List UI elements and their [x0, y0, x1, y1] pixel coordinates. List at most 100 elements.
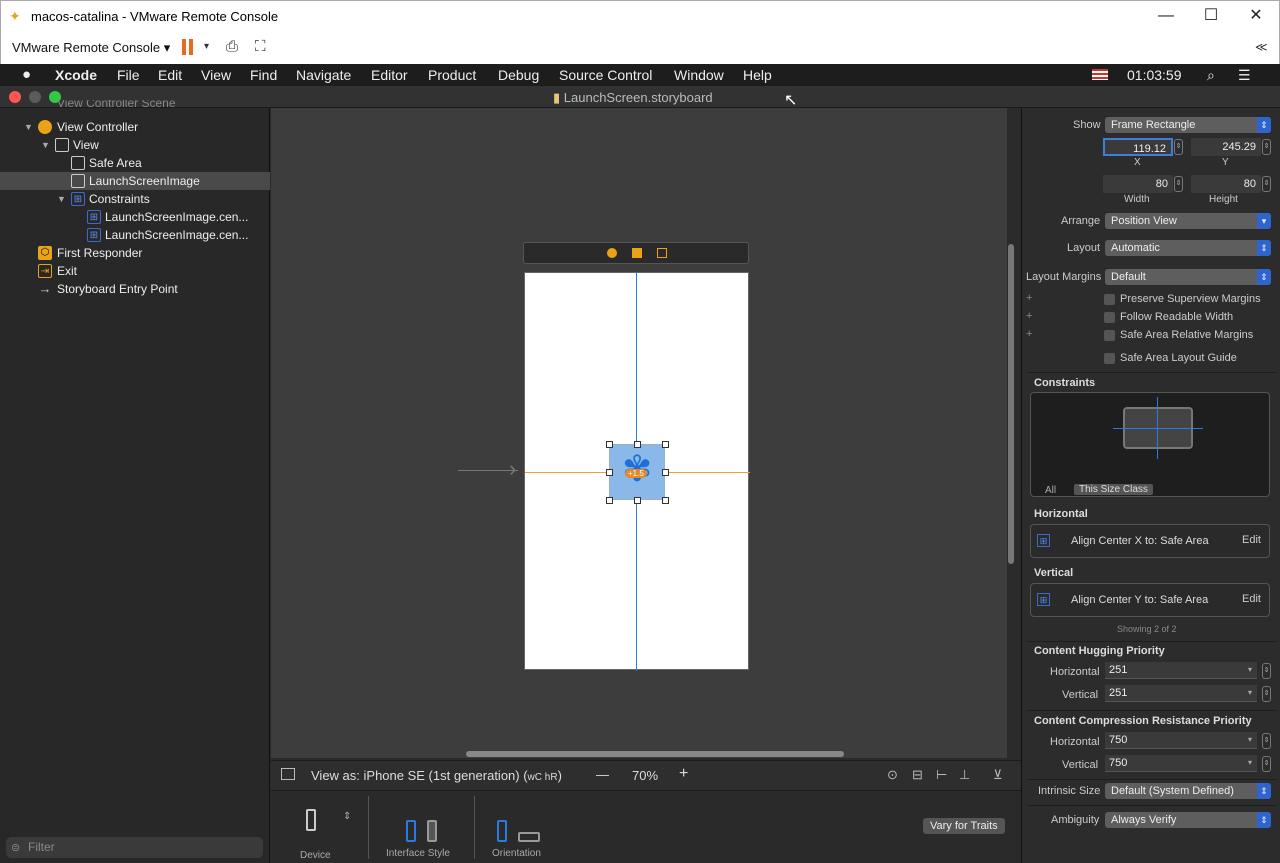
- zoom-out-button[interactable]: —: [596, 767, 609, 782]
- arrange-popup[interactable]: Position View ▾: [1105, 213, 1271, 229]
- horizontal-scrollbar[interactable]: [466, 751, 844, 757]
- apple-menu-icon[interactable]: ●: [22, 66, 31, 83]
- pause-icon[interactable]: [182, 39, 194, 55]
- outline-item-first-responder[interactable]: ⬡ First Responder: [0, 244, 270, 262]
- x-field[interactable]: 119.12: [1103, 138, 1173, 156]
- outline-item-safe-area[interactable]: Safe Area: [0, 154, 270, 172]
- add-variation-icon[interactable]: +: [1026, 328, 1032, 340]
- minimize-button[interactable]: —: [1143, 5, 1189, 27]
- light-style-icon[interactable]: [406, 820, 416, 842]
- device-stepper-icon[interactable]: ⇕: [343, 811, 351, 822]
- chevron-down-icon[interactable]: ▾: [1248, 758, 1252, 767]
- filter-input[interactable]: Filter: [6, 837, 263, 858]
- menu-find[interactable]: Find: [250, 67, 277, 83]
- toggle-outline-icon[interactable]: [281, 768, 295, 780]
- layout-margins-popup[interactable]: Default ⇕: [1105, 269, 1271, 285]
- intrinsic-size-popup[interactable]: Default (System Defined) ⇕: [1105, 783, 1271, 799]
- view-as-label[interactable]: View as: iPhone SE (1st generation) (wC …: [311, 768, 562, 783]
- layout-popup[interactable]: Automatic ⇕: [1105, 240, 1271, 256]
- constraints-tab-all[interactable]: All: [1045, 485, 1056, 496]
- safe-area-guide-checkbox[interactable]: [1104, 353, 1115, 364]
- edit-horizontal-button[interactable]: Edit: [1242, 534, 1261, 546]
- readable-width-checkbox[interactable]: [1104, 312, 1115, 323]
- vary-for-traits-button[interactable]: Vary for Traits: [923, 818, 1005, 834]
- chevron-down-icon[interactable]: ▾: [1248, 665, 1252, 674]
- comp-vertical-field[interactable]: 750: [1105, 755, 1257, 772]
- zoom-in-button[interactable]: +: [679, 765, 688, 783]
- y-field[interactable]: 245.29: [1191, 138, 1261, 156]
- chevron-down-icon[interactable]: ▾: [1248, 688, 1252, 697]
- menu-product[interactable]: Product: [428, 67, 476, 83]
- dark-style-icon[interactable]: [427, 820, 437, 842]
- close-button[interactable]: ✕: [1233, 5, 1279, 27]
- hug-horizontal-field[interactable]: 251: [1105, 662, 1257, 679]
- storyboard-canvas[interactable]: › ✾ +1.5: [271, 108, 1014, 758]
- menu-file[interactable]: File: [117, 67, 140, 83]
- menu-xcode[interactable]: Xcode: [55, 67, 97, 83]
- portrait-icon[interactable]: [497, 820, 507, 842]
- outline-item-view[interactable]: ▼ View: [0, 136, 270, 154]
- align-icon[interactable]: ⊢: [936, 767, 947, 783]
- outline-item-exit[interactable]: ⇥ Exit: [0, 262, 270, 280]
- resize-handle[interactable]: [606, 441, 613, 448]
- outline-item-constraint-x[interactable]: ⊞ LaunchScreenImage.cen...: [0, 208, 270, 226]
- resize-handle[interactable]: [662, 497, 669, 504]
- outline-item-constraint-y[interactable]: ⊞ LaunchScreenImage.cen...: [0, 226, 270, 244]
- us-flag-icon[interactable]: [1092, 69, 1108, 80]
- hug-vertical-field[interactable]: 251: [1105, 685, 1257, 702]
- menu-source-control[interactable]: Source Control: [559, 67, 652, 83]
- show-popup[interactable]: Frame Rectangle ⇕: [1105, 117, 1271, 133]
- maximize-button[interactable]: ☐: [1188, 5, 1234, 27]
- x-stepper[interactable]: ⇕: [1174, 139, 1183, 155]
- height-stepper[interactable]: ⇕: [1262, 176, 1271, 192]
- disclosure-triangle-icon[interactable]: ▼: [24, 118, 33, 136]
- outline-item-launch-screen-image[interactable]: LaunchScreenImage: [0, 172, 270, 190]
- first-responder-dock-icon[interactable]: [632, 248, 642, 258]
- width-field[interactable]: 80: [1103, 175, 1173, 193]
- edit-vertical-button[interactable]: Edit: [1242, 593, 1261, 605]
- spotlight-icon[interactable]: ⌕: [1207, 67, 1215, 84]
- add-constraints-icon[interactable]: ⊥: [959, 767, 970, 783]
- hug-horizontal-stepper[interactable]: ⇕: [1262, 663, 1271, 679]
- outline-item-view-controller[interactable]: ▼ View Controller: [0, 118, 270, 136]
- y-stepper[interactable]: ⇕: [1262, 139, 1271, 155]
- menu-clock[interactable]: 01:03:59: [1127, 67, 1182, 83]
- outline-item-constraints[interactable]: ▼ ⊞ Constraints: [0, 190, 270, 208]
- outline-item-entry-point[interactable]: → Storyboard Entry Point: [0, 280, 270, 298]
- height-field[interactable]: 80: [1191, 175, 1261, 193]
- update-frames-icon[interactable]: ⊙: [887, 767, 898, 783]
- view-controller-dock-icon[interactable]: [607, 248, 617, 258]
- vmrc-menu[interactable]: VMware Remote Console ▾: [12, 40, 170, 56]
- scene-header[interactable]: View Controller Scene: [0, 100, 270, 112]
- iphone-device-icon[interactable]: [306, 809, 316, 831]
- constraints-tab-size-class[interactable]: This Size Class: [1074, 484, 1153, 495]
- add-variation-icon[interactable]: +: [1026, 310, 1032, 322]
- resize-handle[interactable]: [662, 469, 669, 476]
- comp-horizontal-field[interactable]: 750: [1105, 732, 1257, 749]
- resize-handle[interactable]: [606, 469, 613, 476]
- disclosure-triangle-icon[interactable]: ▼: [57, 190, 66, 208]
- landscape-icon[interactable]: [518, 832, 540, 842]
- menu-debug[interactable]: Debug: [498, 67, 539, 83]
- comp-horizontal-stepper[interactable]: ⇕: [1262, 733, 1271, 749]
- resize-handle[interactable]: [662, 441, 669, 448]
- zoom-level[interactable]: 70%: [632, 768, 658, 783]
- add-variation-icon[interactable]: +: [1026, 292, 1032, 304]
- disclosure-triangle-icon[interactable]: ▼: [41, 136, 50, 154]
- fullscreen-icon[interactable]: ⛶: [255, 38, 266, 55]
- menu-edit[interactable]: Edit: [158, 67, 182, 83]
- menu-help[interactable]: Help: [743, 67, 772, 83]
- notification-center-icon[interactable]: ☰: [1238, 67, 1251, 84]
- embed-stack-icon[interactable]: ⊟: [912, 767, 923, 783]
- vertical-scrollbar[interactable]: [1008, 244, 1014, 564]
- comp-vertical-stepper[interactable]: ⇕: [1262, 756, 1271, 772]
- launch-screen-image[interactable]: ✾ +1.5: [606, 441, 669, 504]
- resize-handle[interactable]: [606, 497, 613, 504]
- safe-area-margins-checkbox[interactable]: [1104, 330, 1115, 341]
- resize-handle[interactable]: [634, 497, 641, 504]
- width-stepper[interactable]: ⇕: [1174, 176, 1183, 192]
- pause-dropdown-icon[interactable]: ▾: [204, 41, 209, 52]
- resolve-issues-icon[interactable]: ⊻: [993, 767, 1003, 783]
- resize-handle[interactable]: [634, 441, 641, 448]
- horizontal-constraint-row[interactable]: ⊞ Align Center X to: Safe Area Edit: [1030, 524, 1270, 558]
